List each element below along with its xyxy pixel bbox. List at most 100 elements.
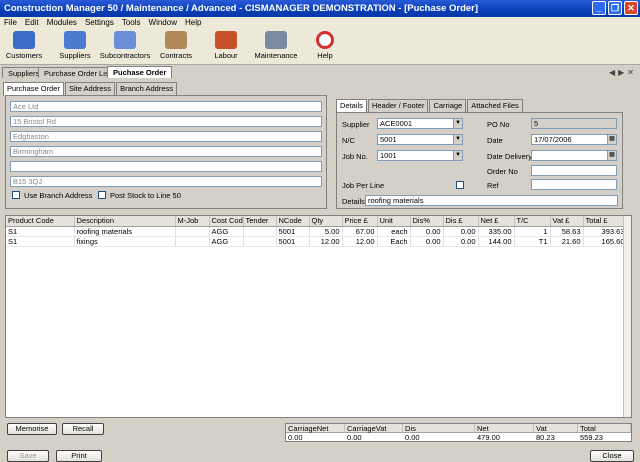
cell[interactable]: 0.00 — [410, 236, 444, 247]
calendar-icon[interactable]: ▦ — [607, 135, 616, 144]
menu-settings[interactable]: Settings — [81, 17, 118, 29]
nc-select[interactable]: 5001 ▼ — [377, 134, 463, 145]
tab-site-address[interactable]: Site Address — [64, 82, 116, 95]
dropdown-arrow-icon[interactable]: ▼ — [453, 119, 462, 128]
job-per-line-checkbox[interactable] — [456, 181, 464, 189]
cell[interactable]: S1 — [6, 236, 75, 247]
menu-tools[interactable]: Tools — [118, 17, 145, 29]
subcontractors-button[interactable]: Subcontractors — [99, 31, 151, 63]
cell[interactable]: T1 — [514, 236, 551, 247]
save-button[interactable]: Save — [7, 450, 49, 462]
suppliers-button[interactable]: Suppliers — [58, 31, 92, 63]
cell[interactable]: S1 — [6, 226, 75, 237]
cell[interactable]: 393.63 — [583, 226, 628, 237]
address-line-5[interactable] — [10, 161, 322, 172]
grid-scrollbar[interactable] — [623, 216, 631, 417]
address-line-4[interactable]: Birmingham — [10, 146, 322, 157]
cell[interactable] — [175, 236, 210, 247]
col-header[interactable]: Total £ — [583, 216, 628, 227]
tab-carriage[interactable]: Carriage — [429, 99, 467, 112]
restore-button[interactable]: ❐ — [608, 1, 622, 15]
cell[interactable]: 12.00 — [342, 236, 378, 247]
cell[interactable]: 67.00 — [342, 226, 378, 237]
address-line-3[interactable]: Edgbaston — [10, 131, 322, 142]
cell[interactable] — [243, 236, 277, 247]
cell[interactable]: AGG — [209, 226, 244, 237]
labour-button[interactable]: Labour — [211, 31, 241, 63]
minimize-button[interactable]: _ — [592, 1, 606, 15]
cell[interactable]: 144.00 — [478, 236, 515, 247]
delivery-date-field[interactable]: ▦ — [531, 150, 617, 161]
memorise-button[interactable]: Memorise — [7, 423, 57, 435]
col-header[interactable]: T/C — [514, 216, 551, 227]
cell[interactable]: 0.00 — [443, 226, 479, 237]
ref-field[interactable] — [531, 179, 617, 190]
calendar-icon[interactable]: ▦ — [607, 151, 616, 160]
cell[interactable]: 0.00 — [443, 236, 479, 247]
tab-purchase-order-list[interactable]: Purchase Order List — [38, 67, 117, 78]
cell[interactable]: fixings — [74, 236, 176, 247]
window-controls-icon[interactable]: ◀▶✕ — [609, 68, 637, 77]
recall-button[interactable]: Recall — [62, 423, 104, 435]
tab-attached-files[interactable]: Attached Files — [467, 99, 523, 112]
cell[interactable]: 0.00 — [410, 226, 444, 237]
tab-branch-address[interactable]: Branch Address — [116, 82, 178, 95]
close-button[interactable]: Close — [590, 450, 634, 462]
cell[interactable]: 5001 — [276, 226, 310, 237]
cell[interactable]: 1 — [514, 226, 551, 237]
order-no-field[interactable] — [531, 165, 617, 176]
cell[interactable]: 165.60 — [583, 236, 628, 247]
tab-details[interactable]: Details — [336, 99, 367, 113]
cell[interactable]: 335.00 — [478, 226, 515, 237]
post-stock-checkbox[interactable] — [98, 191, 106, 199]
help-button[interactable]: Help — [312, 31, 338, 63]
cell[interactable]: 12.00 — [309, 236, 343, 247]
dropdown-arrow-icon[interactable]: ▼ — [453, 151, 462, 160]
contracts-button[interactable]: Contracts — [158, 31, 194, 63]
tab-purchase-order[interactable]: Purchase Order — [3, 82, 64, 96]
cell[interactable]: roofing materials — [74, 226, 176, 237]
col-header[interactable]: Product Code — [6, 216, 75, 227]
cell[interactable]: Each — [377, 236, 411, 247]
col-header[interactable]: Dis £ — [443, 216, 479, 227]
cell[interactable]: 58.63 — [550, 226, 584, 237]
col-header[interactable]: M-Job — [175, 216, 210, 227]
col-header[interactable]: Dis% — [410, 216, 444, 227]
col-header[interactable]: Vat £ — [550, 216, 584, 227]
date-field[interactable]: 17/07/2006 ▦ — [531, 134, 617, 145]
cell[interactable]: 21.60 — [550, 236, 584, 247]
menu-help[interactable]: Help — [181, 17, 205, 29]
cell[interactable] — [243, 226, 277, 237]
menu-window[interactable]: Window — [145, 17, 181, 29]
cell[interactable]: AGG — [209, 236, 244, 247]
address-line-2[interactable]: 15 Bristol Rd — [10, 116, 322, 127]
job-select[interactable]: 1001 ▼ — [377, 150, 463, 161]
menu-modules[interactable]: Modules — [43, 17, 81, 29]
col-header[interactable]: Net £ — [478, 216, 515, 227]
print-button[interactable]: Print — [56, 450, 102, 462]
details-field[interactable]: roofing materials — [365, 195, 618, 206]
menu-file[interactable]: File — [0, 17, 21, 29]
col-header[interactable]: NCode — [276, 216, 310, 227]
col-header[interactable]: Qty — [309, 216, 343, 227]
tab-puchase-order[interactable]: Puchase Order — [107, 66, 173, 78]
close-window-button[interactable]: ✕ — [624, 1, 638, 15]
supplier-select[interactable]: ACE0001 ▼ — [377, 118, 463, 129]
maintenance-button[interactable]: Maintenance — [254, 31, 298, 63]
col-header[interactable]: Unit — [377, 216, 411, 227]
cell[interactable]: each — [377, 226, 411, 237]
col-header[interactable]: Cost Code — [209, 216, 244, 227]
tab-header-footer[interactable]: Header / Footer — [367, 99, 429, 112]
col-header[interactable]: Price £ — [342, 216, 378, 227]
cell[interactable]: 5.00 — [309, 226, 343, 237]
address-line-1[interactable]: Ace Ltd — [10, 101, 322, 112]
cell[interactable]: 5001 — [276, 236, 310, 247]
table-row[interactable]: S1 roofing materials AGG 5001 5.00 67.00… — [6, 226, 628, 237]
col-header[interactable]: Tender — [243, 216, 277, 227]
cell[interactable] — [175, 226, 210, 237]
postcode-field[interactable]: B15 3QJ — [10, 176, 322, 187]
col-header[interactable]: Description — [74, 216, 176, 227]
table-row[interactable]: S1 fixings AGG 5001 12.00 12.00 Each 0.0… — [6, 236, 628, 247]
use-branch-address-checkbox[interactable] — [12, 191, 20, 199]
dropdown-arrow-icon[interactable]: ▼ — [453, 135, 462, 144]
